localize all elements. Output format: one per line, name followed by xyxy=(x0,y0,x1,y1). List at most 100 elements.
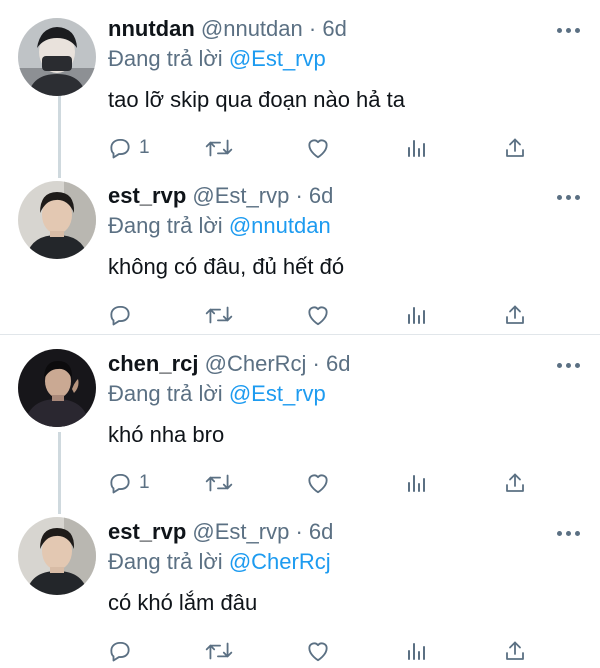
share-icon xyxy=(506,641,524,660)
display-name[interactable]: est_rvp xyxy=(108,519,186,544)
more-icon[interactable] xyxy=(554,359,582,371)
user-handle[interactable]: @Est_rvp xyxy=(192,183,289,208)
action-bar xyxy=(105,635,535,667)
retweet-icon xyxy=(205,139,233,157)
avatar[interactable] xyxy=(18,181,96,259)
like-button[interactable] xyxy=(305,467,331,499)
display-name[interactable]: est_rvp xyxy=(108,183,186,208)
like-button[interactable] xyxy=(305,299,331,331)
share-button[interactable] xyxy=(503,299,527,331)
separator-dot: · xyxy=(295,519,303,544)
reply-button[interactable]: 1 xyxy=(107,467,150,499)
replying-prefix: Đang trả lời xyxy=(108,213,223,238)
replying-prefix: Đang trả lời xyxy=(108,381,223,406)
tweet-header: est_rvp @Est_rvp · 6d xyxy=(108,515,333,549)
display-name[interactable]: chen_rcj xyxy=(108,351,199,376)
analytics-button[interactable] xyxy=(405,299,429,331)
replying-to: Đang trả lời @Est_rvp xyxy=(108,44,326,74)
reply-button[interactable]: 1 xyxy=(107,132,150,164)
tweet[interactable]: est_rvp @Est_rvp · 6d Đang trả lời @nnut… xyxy=(0,179,600,329)
reply-count: 1 xyxy=(139,472,150,493)
replying-prefix: Đang trả lời xyxy=(108,46,223,71)
analytics-button[interactable] xyxy=(405,467,429,499)
like-icon xyxy=(308,642,328,662)
action-bar: 1 xyxy=(105,467,535,499)
timestamp[interactable]: 6d xyxy=(322,16,346,41)
reply-icon xyxy=(110,138,130,159)
replying-to: Đang trả lời @CherRcj xyxy=(108,547,331,577)
like-button[interactable] xyxy=(305,635,331,667)
like-button[interactable] xyxy=(305,132,331,164)
share-button[interactable] xyxy=(503,467,527,499)
share-button[interactable] xyxy=(503,635,527,667)
like-icon xyxy=(308,474,328,494)
replying-to: Đang trả lời @Est_rvp xyxy=(108,379,326,409)
avatar[interactable] xyxy=(18,349,96,427)
thread-divider xyxy=(0,334,600,335)
reply-button[interactable] xyxy=(107,299,139,331)
replying-to: Đang trả lời @nnutdan xyxy=(108,211,331,241)
avatar-selfie-photo xyxy=(18,181,96,259)
action-bar: 1 xyxy=(105,132,535,164)
replying-to-link[interactable]: @Est_rvp xyxy=(229,46,326,71)
replying-to-link[interactable]: @Est_rvp xyxy=(229,381,326,406)
action-bar xyxy=(105,299,535,331)
share-icon xyxy=(506,473,524,492)
like-icon xyxy=(308,139,328,159)
reply-thread-feed: nnutdan @nnutdan · 6d Đang trả lời @Est_… xyxy=(0,0,600,668)
share-icon xyxy=(506,305,524,324)
avatar-selfie-photo xyxy=(18,517,96,595)
tweet-header: nnutdan @nnutdan · 6d xyxy=(108,12,347,46)
more-icon[interactable] xyxy=(554,527,582,539)
tweet-header: chen_rcj @CherRcj · 6d xyxy=(108,347,350,381)
avatar[interactable] xyxy=(18,18,96,96)
reply-icon xyxy=(110,305,130,326)
retweet-icon xyxy=(205,642,233,660)
share-button[interactable] xyxy=(503,132,527,164)
analytics-icon xyxy=(408,307,425,324)
analytics-icon xyxy=(408,140,425,157)
more-icon[interactable] xyxy=(554,24,582,36)
reply-icon xyxy=(110,473,130,494)
replying-to-link[interactable]: @nnutdan xyxy=(229,213,331,238)
user-handle[interactable]: @CherRcj xyxy=(205,351,307,376)
retweet-button[interactable] xyxy=(204,635,234,667)
retweet-icon xyxy=(205,306,233,324)
tweet-text: khó nha bro xyxy=(108,422,225,447)
reply-icon xyxy=(110,641,130,662)
retweet-button[interactable] xyxy=(204,467,234,499)
more-icon[interactable] xyxy=(554,191,582,203)
tweet[interactable]: chen_rcj @CherRcj · 6d Đang trả lời @Est… xyxy=(0,347,600,507)
tweet[interactable]: est_rvp @Est_rvp · 6d Đang trả lời @Cher… xyxy=(0,515,600,668)
user-handle[interactable]: @Est_rvp xyxy=(192,519,289,544)
tweet-text: không có đâu, đủ hết đó xyxy=(108,254,345,279)
reply-button[interactable] xyxy=(107,635,139,667)
retweet-button[interactable] xyxy=(204,132,234,164)
replying-prefix: Đang trả lời xyxy=(108,549,223,574)
analytics-button[interactable] xyxy=(405,635,429,667)
timestamp[interactable]: 6d xyxy=(309,519,333,544)
analytics-icon xyxy=(408,475,425,492)
timestamp[interactable]: 6d xyxy=(309,183,333,208)
analytics-icon xyxy=(408,643,425,660)
separator-dot: · xyxy=(312,351,320,376)
like-icon xyxy=(308,306,328,326)
separator-dot: · xyxy=(308,16,317,41)
tweet-text: có khó lắm đâu xyxy=(108,590,258,615)
avatar-mask-photo xyxy=(18,18,96,96)
share-icon xyxy=(506,138,524,157)
tweet-text: tao lỡ skip qua đoạn nào hả ta xyxy=(108,87,405,112)
tweet[interactable]: nnutdan @nnutdan · 6d Đang trả lời @Est_… xyxy=(0,12,600,172)
avatar-dark-portrait xyxy=(18,349,96,427)
retweet-icon xyxy=(205,474,233,492)
retweet-button[interactable] xyxy=(204,299,234,331)
display-name[interactable]: nnutdan xyxy=(108,16,195,41)
user-handle[interactable]: @nnutdan xyxy=(201,16,303,41)
tweet-header: est_rvp @Est_rvp · 6d xyxy=(108,179,333,213)
avatar[interactable] xyxy=(18,517,96,595)
separator-dot: · xyxy=(295,183,303,208)
replying-to-link[interactable]: @CherRcj xyxy=(229,549,331,574)
analytics-button[interactable] xyxy=(405,132,429,164)
reply-count: 1 xyxy=(139,137,150,158)
timestamp[interactable]: 6d xyxy=(326,351,350,376)
